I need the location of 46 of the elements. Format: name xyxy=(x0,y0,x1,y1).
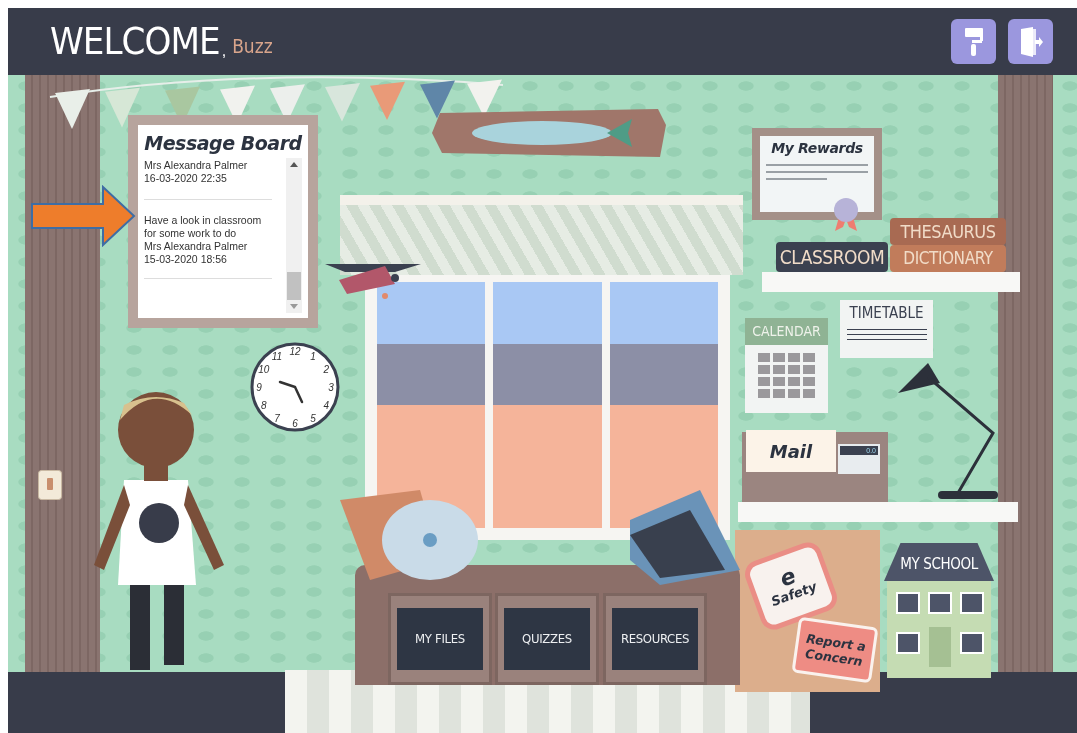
message-date: 15-03-2020 18:56 xyxy=(144,252,228,266)
theme-button[interactable] xyxy=(951,19,996,64)
door-exit-icon xyxy=(1018,26,1043,57)
rewards-title: My Rewards xyxy=(770,139,864,158)
welcome-title: WELCOME xyxy=(50,18,220,65)
timetable-title: TIMETABLE xyxy=(849,303,924,324)
clock-numeral: 9 xyxy=(256,382,262,393)
clock-numeral: 5 xyxy=(310,413,316,425)
logout-button[interactable] xyxy=(1008,19,1053,64)
clock-numeral: 1 xyxy=(310,350,316,362)
rosette-icon xyxy=(831,197,861,233)
message-board-title: Message Board xyxy=(144,131,302,156)
school-label: MY SCHOOL xyxy=(900,553,978,575)
clock-numeral: 10 xyxy=(258,364,270,375)
message-author: Mrs Alexandra Palmer xyxy=(144,239,249,253)
clock-numeral: 8 xyxy=(261,400,267,411)
message-text: Have a look in classroom for some work to do xyxy=(144,213,263,240)
drawer-label: QUIZZES xyxy=(504,608,590,670)
drawer[interactable]: QUIZZES xyxy=(495,593,599,685)
comma-separator: , xyxy=(221,40,227,61)
mail-label: Mail xyxy=(769,439,813,464)
clock-numeral: 3 xyxy=(328,382,334,393)
clock-numeral: 11 xyxy=(271,350,283,362)
timetable-card[interactable]: TIMETABLE xyxy=(840,300,933,358)
book-spine[interactable]: CLASSROOM xyxy=(776,242,888,272)
message-date: 16-03-2020 22:35 xyxy=(144,171,228,185)
clock-numeral: 4 xyxy=(323,400,329,411)
drawer[interactable]: MY FILES xyxy=(388,593,492,685)
scroll-thumb[interactable] xyxy=(287,272,301,300)
date-grid-drawing xyxy=(758,353,815,398)
user-name: Buzz xyxy=(232,34,273,60)
calendar-title: CALENDAR xyxy=(745,318,828,345)
paint-roller-icon xyxy=(964,27,983,56)
clock-hands-icon xyxy=(278,380,304,404)
clock-numeral: 12 xyxy=(289,346,301,357)
clock-numeral: 6 xyxy=(292,418,298,429)
clock-numeral: 7 xyxy=(274,413,280,425)
drawer[interactable]: RESOURCES xyxy=(603,593,707,685)
message-author: Mrs Alexandra Palmer xyxy=(144,158,249,172)
scroll-down-icon[interactable] xyxy=(290,304,298,309)
drawer-label: RESOURCES xyxy=(612,608,698,670)
clock-numeral: 2 xyxy=(323,364,329,375)
school-building[interactable]: MY SCHOOL xyxy=(884,543,994,678)
drawer-label: MY FILES xyxy=(397,608,483,670)
scroll-up-icon[interactable] xyxy=(290,161,298,167)
switch-plate-icon xyxy=(38,470,62,500)
